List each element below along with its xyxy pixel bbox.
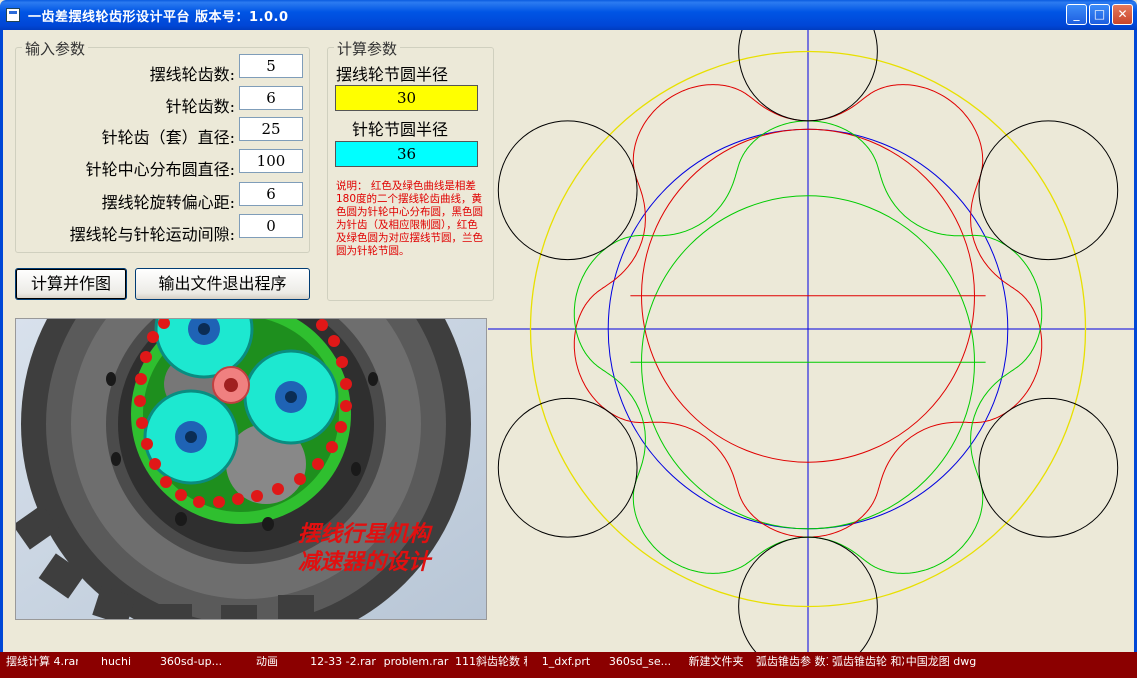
caption-line2: 减速器的设计: [298, 549, 433, 575]
pin-pitch-radius-value: 36: [335, 141, 478, 167]
taskbar-item[interactable]: 360sd_se...: [604, 655, 676, 668]
close-button[interactable]: ✕: [1112, 4, 1133, 25]
clearance-input[interactable]: 0: [239, 214, 303, 238]
taskbar-item[interactable]: problem.rar: [380, 655, 452, 668]
taskbar-item[interactable]: 新建文件夹: [680, 655, 752, 668]
compute-draw-button[interactable]: 计算并作图: [15, 268, 127, 300]
input-params-legend: 输入参数: [22, 38, 89, 59]
taskbar-item[interactable]: 摆线计算 4.rar: [6, 655, 78, 668]
cycloid-pitch-radius-label: 摆线轮节圆半径: [336, 65, 449, 84]
taskbar-item[interactable]: 1_dxf.prt: [530, 655, 602, 668]
taskbar-item[interactable]: huchi: [80, 655, 152, 668]
taskbar-item[interactable]: 弧齿锥齿参 数15-46.doc: [756, 655, 828, 668]
eccentricity-input[interactable]: 6: [239, 182, 303, 206]
pin-teeth-input[interactable]: 6: [239, 86, 303, 110]
reducer-drawing: 摆线行星机构 减速器的设计: [16, 319, 486, 619]
reducer-illustration: 摆线行星机构 减速器的设计: [15, 318, 487, 620]
caption-line1: 摆线行星机构: [298, 521, 433, 547]
eccentricity-label: 摆线轮旋转偏心距:: [101, 193, 235, 212]
taskbar-item[interactable]: 动画: [231, 655, 303, 668]
maximize-button[interactable]: □: [1089, 4, 1110, 25]
legend-note: 说明： 红色及绿色曲线是相差180度的二个摆线轮齿曲线，黄色圆为针轮中心分布圆，…: [336, 180, 483, 257]
clearance-label: 摆线轮与针轮运动间隙:: [69, 225, 235, 244]
pin-pitch-radius-label: 针轮节圆半径: [352, 120, 449, 139]
taskbar-item[interactable]: 360sd-up...: [155, 655, 227, 668]
app-icon[interactable]: [6, 8, 20, 22]
pin-diameter-label: 针轮齿（套）直径:: [101, 128, 235, 147]
minimize-button[interactable]: _: [1066, 4, 1087, 25]
title-bar[interactable]: 一齿差摆线轮齿形设计平台 版本号：1.0.0 _ □ ✕: [0, 0, 1137, 30]
taskbar-item[interactable]: 111斜齿轮数 程.rar: [455, 655, 527, 668]
pin-teeth-label: 针轮齿数:: [165, 97, 235, 116]
cycloid-teeth-input[interactable]: 5: [239, 54, 303, 78]
tooth-profile-canvas[interactable]: [488, 30, 1134, 652]
pin-circle-diameter-input[interactable]: 100: [239, 149, 303, 173]
export-exit-button[interactable]: 输出文件退出程序: [135, 268, 310, 300]
window-title: 一齿差摆线轮齿形设计平台 版本号：1.0.0: [28, 10, 289, 25]
cycloid-pitch-radius-value: 30: [335, 85, 478, 111]
taskbar-item[interactable]: 中国龙图 dwg: [905, 655, 977, 668]
taskbar-item[interactable]: 弧齿锥齿轮 和准双曲: [832, 655, 904, 668]
cycloid-teeth-label: 摆线轮齿数:: [149, 65, 235, 84]
pin-circle-diameter-label: 针轮中心分布圆直径:: [85, 160, 235, 179]
taskbar: 摆线计算 4.rar huchi 360sd-up... 动画 12-33 -2…: [0, 652, 1137, 678]
calc-params-legend: 计算参数: [334, 38, 401, 59]
pin-diameter-input[interactable]: 25: [239, 117, 303, 141]
tooth-profile-drawing: [488, 30, 1134, 652]
taskbar-item[interactable]: 12-33 -2.rar: [307, 655, 379, 668]
